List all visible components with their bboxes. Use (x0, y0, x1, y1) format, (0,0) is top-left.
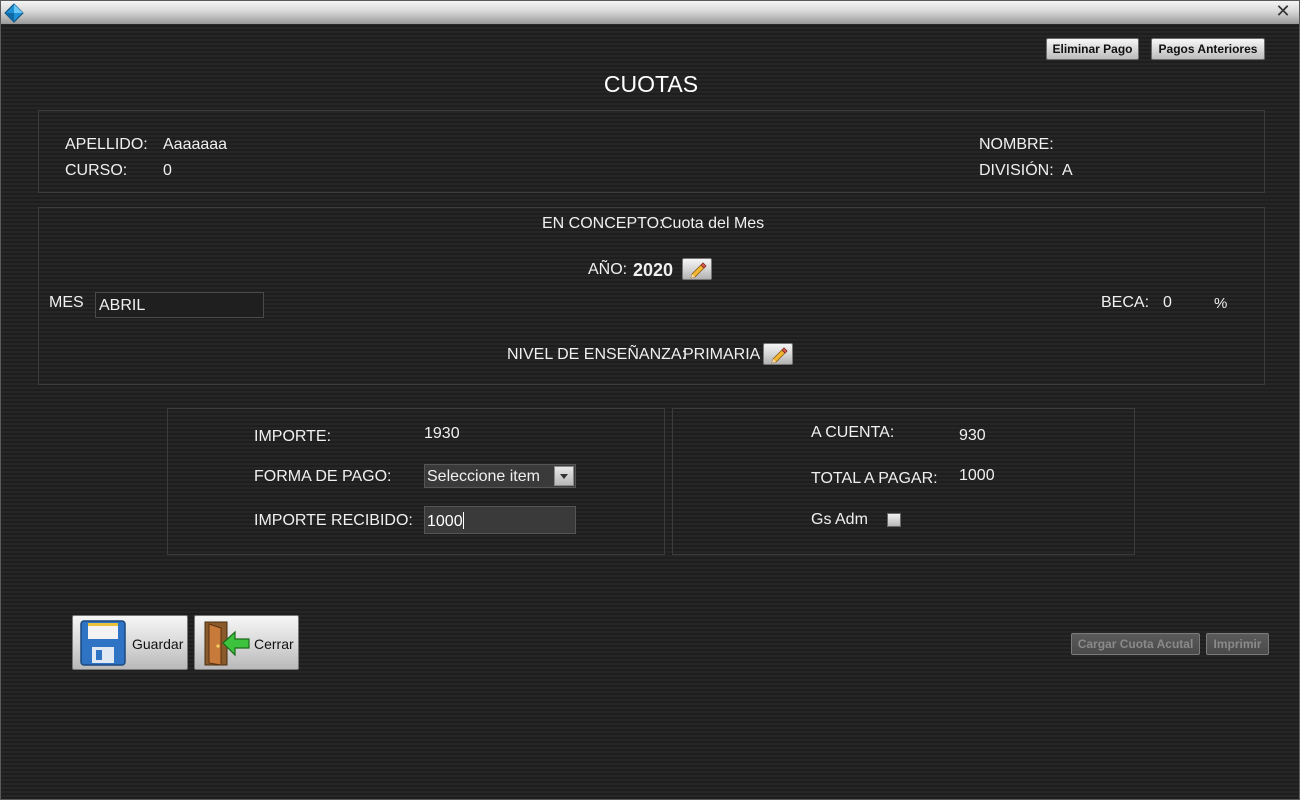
concepto-label: EN CONCEPTO: (542, 215, 664, 232)
eliminar-pago-button[interactable]: Eliminar Pago (1046, 38, 1139, 60)
anio-label: AÑO: (588, 261, 628, 278)
beca-value: 0 (1163, 294, 1172, 311)
cuotas-window: ✕ Eliminar Pago Pagos Anteriores CUOTAS … (0, 0, 1300, 800)
beca-label: BECA: (1101, 294, 1150, 311)
app-diamond-icon (4, 3, 24, 23)
division-label: DIVISIÓN: (979, 162, 1054, 179)
importe-recibido-input[interactable]: 1000 (424, 506, 576, 534)
text-caret (462, 512, 464, 529)
forma-pago-select[interactable]: Seleccione item (424, 464, 576, 488)
curso-value: 0 (163, 162, 172, 179)
nivel-value: PRIMARIA (683, 346, 761, 363)
payment-panel (167, 408, 665, 555)
apellido-label: APELLIDO: (65, 136, 148, 153)
gs-adm-label: Gs Adm (811, 511, 868, 528)
title-bar: ✕ (1, 1, 1299, 25)
curso-label: CURSO: (65, 162, 128, 179)
a-cuenta-label: A CUENTA: (811, 424, 895, 441)
cargar-cuota-button[interactable]: Cargar Cuota Acutal (1071, 633, 1200, 655)
edit-nivel-button[interactable] (763, 343, 793, 365)
pencil-icon (771, 347, 788, 364)
beca-percent-unit: % (1214, 295, 1228, 312)
importe-label: IMPORTE: (254, 428, 332, 445)
guardar-button[interactable]: Guardar (72, 615, 188, 670)
a-cuenta-value: 930 (959, 427, 986, 444)
pagos-anteriores-button[interactable]: Pagos Anteriores (1151, 38, 1265, 60)
pencil-icon (690, 262, 707, 279)
mes-field[interactable]: ABRIL (95, 292, 264, 318)
close-window-button[interactable]: ✕ (1273, 2, 1293, 22)
importe-recibido-value: 1000 (427, 513, 463, 530)
total-label: TOTAL A PAGAR: (811, 470, 938, 487)
cerrar-label: Cerrar (254, 636, 294, 652)
chevron-down-icon[interactable] (554, 466, 574, 486)
gs-adm-checkbox[interactable] (887, 513, 901, 527)
edit-anio-button[interactable] (682, 258, 712, 280)
total-value: 1000 (959, 467, 995, 484)
imprimir-button[interactable]: Imprimir (1206, 633, 1269, 655)
anio-value: 2020 (633, 260, 674, 280)
importe-value: 1930 (424, 425, 460, 442)
nombre-label: NOMBRE: (979, 136, 1054, 153)
concepto-value: Cuota del Mes (661, 215, 765, 232)
forma-pago-selected: Seleccione item (427, 468, 540, 485)
forma-pago-label: FORMA DE PAGO: (254, 468, 392, 485)
apellido-value: Aaaaaaa (163, 136, 228, 153)
nivel-label: NIVEL DE ENSEÑANZA: (507, 346, 687, 363)
division-value: A (1062, 162, 1073, 179)
exit-door-icon (204, 621, 250, 666)
cerrar-button[interactable]: Cerrar (194, 615, 299, 670)
guardar-label: Guardar (132, 636, 184, 652)
mes-label: MES (49, 294, 84, 311)
floppy-disk-icon (80, 620, 126, 666)
page-title: CUOTAS (603, 71, 699, 97)
importe-recibido-label: IMPORTE RECIBIDO: (254, 512, 413, 529)
